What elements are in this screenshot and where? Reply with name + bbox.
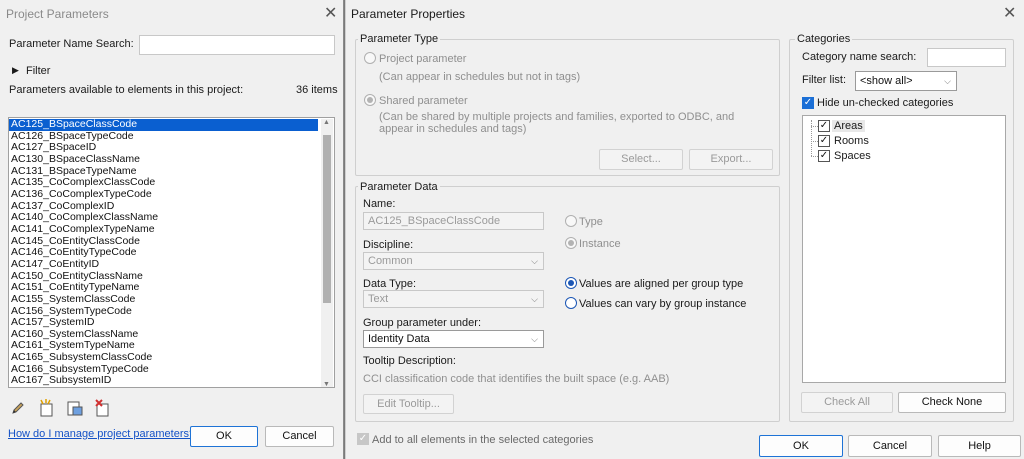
instance-radio[interactable] bbox=[565, 237, 577, 249]
project-parameter-radio[interactable] bbox=[364, 52, 376, 64]
cancel-button[interactable]: Cancel bbox=[265, 426, 334, 447]
edit-tooltip-button[interactable]: Edit Tooltip... bbox=[363, 394, 454, 414]
shared-parameter-label: Shared parameter bbox=[379, 95, 468, 107]
category-checkbox[interactable]: ✓ bbox=[818, 150, 830, 162]
group-under-value: Identity Data bbox=[368, 333, 430, 345]
parameter-type-title: Parameter Type bbox=[358, 33, 441, 45]
scrollbar-thumb[interactable] bbox=[323, 135, 331, 303]
chevron-down-icon: ⌵ bbox=[531, 294, 538, 304]
discipline-value: Common bbox=[368, 255, 413, 267]
ok-button[interactable]: OK bbox=[190, 426, 258, 447]
close-icon[interactable]: ✕ bbox=[1003, 3, 1016, 22]
aligned-per-group-label: Values are aligned per group type bbox=[579, 278, 744, 290]
project-parameters-dialog: Project Parameters ✕ Parameter Name Sear… bbox=[0, 0, 344, 459]
dialog-title: Parameter Properties bbox=[351, 7, 466, 21]
modify-parameter-icon[interactable] bbox=[66, 399, 83, 416]
parameter-list[interactable]: AC125_BSpaceClassCode AC126_BSpaceTypeCod… bbox=[8, 117, 335, 388]
vary-by-instance-radio[interactable] bbox=[565, 297, 577, 309]
category-checkbox[interactable]: ✓ bbox=[818, 135, 830, 147]
close-icon[interactable]: ✕ bbox=[324, 3, 337, 22]
dialog-title: Project Parameters bbox=[6, 7, 109, 21]
category-checkbox[interactable]: ✓ bbox=[818, 120, 830, 132]
remove-parameter-icon[interactable] bbox=[94, 399, 110, 417]
filter-list-select[interactable]: <show all> ⌵ bbox=[855, 71, 957, 91]
category-search-input[interactable] bbox=[927, 48, 1006, 67]
check-all-button[interactable]: Check All bbox=[801, 392, 893, 413]
scroll-up-icon[interactable]: ▲ bbox=[323, 119, 330, 126]
shared-parameter-radio[interactable] bbox=[364, 94, 376, 106]
data-type-select[interactable]: Text ⌵ bbox=[363, 290, 544, 308]
filter-toggle[interactable]: Filter bbox=[26, 65, 50, 77]
hide-unchecked-label: Hide un-checked categories bbox=[817, 97, 954, 109]
group-under-select[interactable]: Identity Data ⌵ bbox=[363, 330, 544, 348]
vary-by-instance-label: Values can vary by group instance bbox=[579, 298, 747, 310]
type-radio[interactable] bbox=[565, 215, 577, 227]
discipline-select[interactable]: Common ⌵ bbox=[363, 252, 544, 270]
add-to-all-label: Add to all elements in the selected cate… bbox=[372, 434, 594, 446]
parameter-list-item[interactable]: AC147_CoEntityID bbox=[9, 258, 334, 271]
help-button[interactable]: Help bbox=[938, 435, 1021, 457]
instance-radio-label: Instance bbox=[579, 238, 621, 250]
available-label: Parameters available to elements in this… bbox=[9, 84, 244, 96]
discipline-label: Discipline: bbox=[363, 239, 414, 251]
project-parameter-desc: (Can appear in schedules but not in tags… bbox=[379, 71, 581, 83]
filter-list-value: <show all> bbox=[860, 75, 913, 87]
hide-unchecked-checkbox[interactable]: ✓ bbox=[802, 97, 814, 109]
tooltip-label: Tooltip Description: bbox=[363, 355, 456, 367]
scrollbar[interactable]: ▲ ▼ bbox=[321, 119, 333, 387]
aligned-per-group-radio[interactable] bbox=[565, 277, 577, 289]
category-label: Areas bbox=[832, 120, 865, 132]
data-type-label: Data Type: bbox=[363, 278, 416, 290]
name-field[interactable]: AC125_BSpaceClassCode bbox=[363, 212, 544, 230]
chevron-down-icon: ⌵ bbox=[531, 334, 538, 344]
filter-list-label: Filter list: bbox=[802, 74, 846, 86]
expand-arrow-icon[interactable]: ▶ bbox=[12, 65, 19, 76]
shared-parameter-desc-line2: appear in schedules and tags) bbox=[379, 123, 527, 135]
category-label: Spaces bbox=[834, 150, 871, 162]
select-button[interactable]: Select... bbox=[599, 149, 683, 170]
tree-branch-line bbox=[811, 126, 818, 127]
tooltip-description: CCI classification code that identifies … bbox=[363, 373, 670, 385]
category-search-label: Category name search: bbox=[802, 51, 917, 63]
parameter-data-title: Parameter Data bbox=[358, 181, 440, 193]
export-button[interactable]: Export... bbox=[689, 149, 773, 170]
chevron-down-icon: ⌵ bbox=[531, 256, 538, 266]
category-tree[interactable]: ✓ Areas ✓ Rooms ✓ Spaces bbox=[802, 115, 1006, 383]
parameter-list-item[interactable]: AC155_SystemClassCode bbox=[9, 293, 334, 306]
edit-pencil-icon[interactable] bbox=[10, 400, 26, 416]
parameter-search-input[interactable] bbox=[139, 35, 335, 55]
item-count: 36 items bbox=[296, 84, 338, 96]
ok-button[interactable]: OK bbox=[759, 435, 843, 457]
parameter-list-item[interactable]: AC141_CoComplexTypeName bbox=[9, 223, 334, 236]
parameter-properties-dialog: Parameter Properties ✕ Parameter Type Pr… bbox=[345, 0, 1024, 459]
type-radio-label: Type bbox=[579, 216, 603, 228]
search-label: Parameter Name Search: bbox=[9, 38, 134, 50]
category-item[interactable]: ✓ Rooms bbox=[803, 134, 1003, 149]
parameter-list-item[interactable]: AC136_CoComplexTypeCode bbox=[9, 188, 334, 201]
shared-parameter-desc-line1: (Can be shared by multiple projects and … bbox=[379, 111, 735, 123]
category-item[interactable]: ✓ Spaces bbox=[803, 149, 1003, 164]
data-type-value: Text bbox=[368, 293, 389, 305]
tree-branch-line bbox=[811, 141, 818, 142]
chevron-down-icon: ⌵ bbox=[944, 76, 951, 86]
group-under-label: Group parameter under: bbox=[363, 317, 482, 329]
cancel-button[interactable]: Cancel bbox=[848, 435, 932, 457]
scroll-down-icon[interactable]: ▼ bbox=[323, 381, 330, 387]
check-none-button[interactable]: Check None bbox=[898, 392, 1006, 413]
category-label: Rooms bbox=[834, 135, 869, 147]
parameter-list-item[interactable]: AC167_SubsystemID bbox=[9, 375, 334, 387]
project-parameter-label: Project parameter bbox=[379, 53, 467, 65]
categories-title: Categories bbox=[795, 33, 853, 45]
category-item[interactable]: ✓ Areas bbox=[803, 119, 1003, 134]
parameter-list-item[interactable]: AC130_BSpaceClassName bbox=[9, 153, 334, 166]
add-parameter-icon[interactable] bbox=[38, 399, 54, 417]
add-to-all-checkbox[interactable]: ✓ bbox=[357, 433, 369, 445]
help-link[interactable]: How do I manage project parameters? bbox=[8, 428, 195, 440]
tree-branch-line bbox=[811, 156, 818, 157]
name-label: Name: bbox=[363, 198, 396, 210]
parameter-list-item[interactable]: AC125_BSpaceClassCode bbox=[9, 118, 318, 131]
